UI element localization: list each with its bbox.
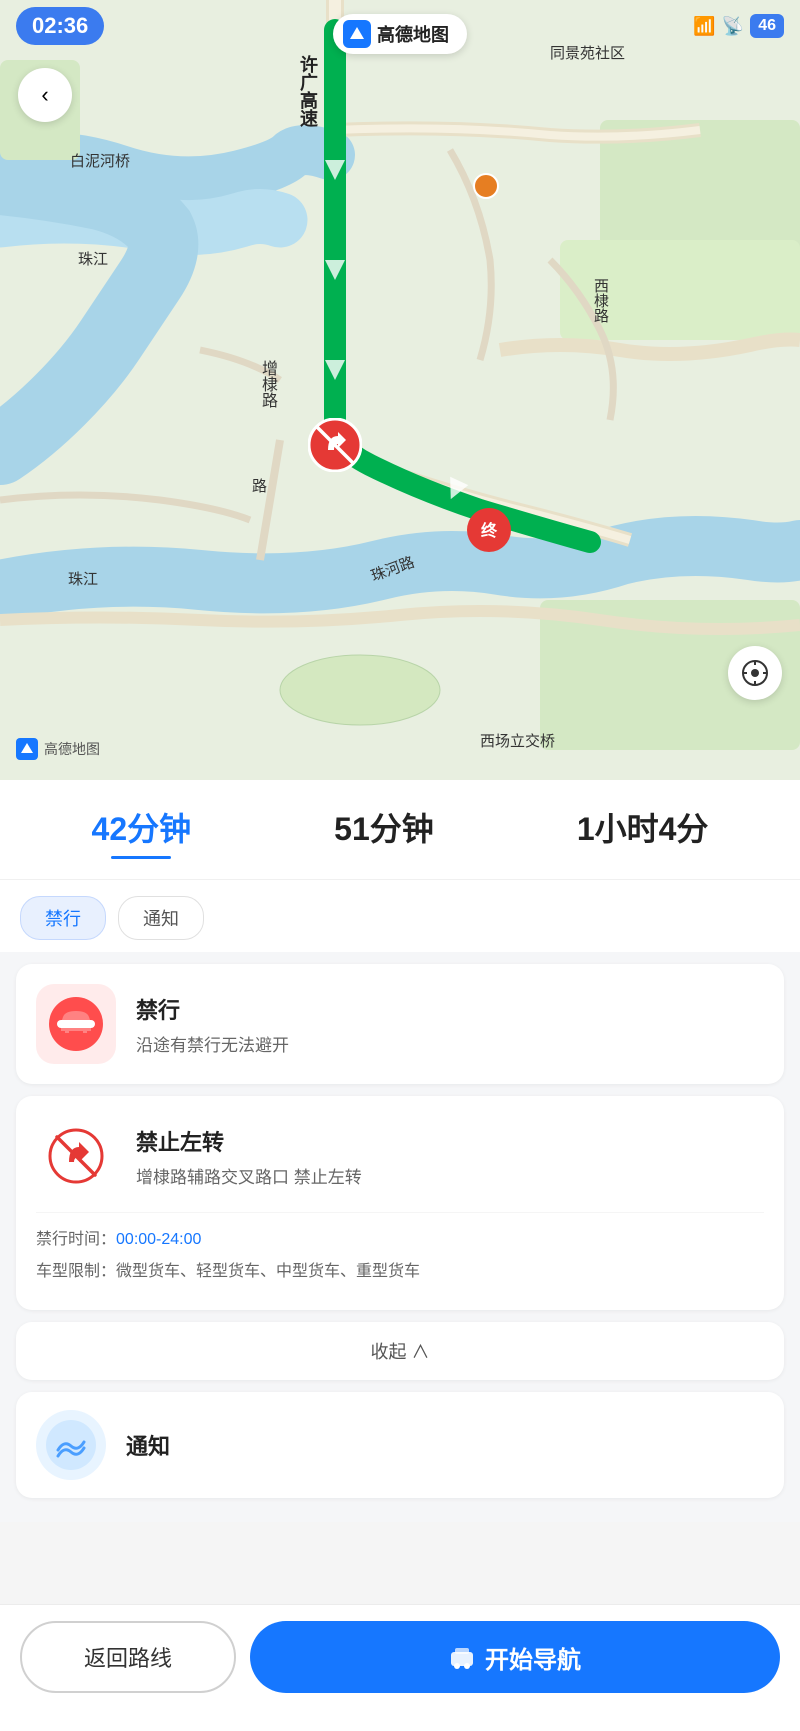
destination-marker: 终 <box>467 508 511 552</box>
restriction-icon-wrap-2 <box>36 1116 116 1196</box>
svg-text:终: 终 <box>481 521 498 540</box>
restriction-icon-wrap-1 <box>36 984 116 1064</box>
restriction-text-1: 禁行 沿途有禁行无法避开 <box>136 993 289 1056</box>
detail-time-label: 禁行时间： <box>36 1231 116 1248</box>
map-bottom-name: 高德地图 <box>44 739 100 759</box>
status-icons: 📶 📡 46 <box>693 14 784 38</box>
restriction-desc-2: 增棣路辅路交叉路口 禁止左转 <box>136 1163 362 1188</box>
restriction-card-noleft: 禁止左转 增棣路辅路交叉路口 禁止左转 禁行时间：00:00-24:00 车型限… <box>16 1096 784 1310</box>
notice-title: 通知 <box>126 1429 170 1461</box>
cards-area: 禁行 沿途有禁行无法避开 禁止左转 增棣路辅路交叉路口 禁止左转 <box>0 952 800 1522</box>
restriction-desc-1: 沿途有禁行无法避开 <box>136 1031 289 1056</box>
wifi-icon: 📡 <box>722 16 744 37</box>
back-button[interactable]: ‹ <box>18 68 72 122</box>
collapse-button[interactable]: 收起 ∧ <box>16 1322 784 1380</box>
filter-tab-jinxing[interactable]: 禁行 <box>20 896 106 940</box>
notice-icon-wrap <box>36 1410 106 1480</box>
route-time-2: 51分钟 <box>334 804 434 850</box>
navigate-label: 开始导航 <box>485 1640 581 1675</box>
map-brand-logo[interactable]: 高德地图 <box>333 14 467 54</box>
navigate-icon <box>449 1644 475 1670</box>
map-label-zengtalu: 增棣路 <box>255 360 279 408</box>
no-entry-icon <box>47 995 105 1053</box>
turn-marker <box>308 418 362 472</box>
detail-time-value: 00:00-24:00 <box>116 1231 201 1248</box>
filter-tabs-container: 禁行 通知 <box>0 880 800 952</box>
restriction-text-2: 禁止左转 增棣路辅路交叉路口 禁止左转 <box>136 1125 362 1188</box>
detail-vehicle-row: 车型限制：微型货车、轻型货车、中型货车、重型货车 <box>36 1259 764 1285</box>
route-time-3: 1小时4分 <box>577 804 709 850</box>
notice-icon <box>46 1420 96 1470</box>
gaode-icon <box>343 20 371 48</box>
route-tab-3[interactable]: 1小时4分 <box>557 800 729 863</box>
bottom-action-bar: 返回路线 开始导航 <box>0 1604 800 1731</box>
route-time-1: 42分钟 <box>92 804 192 850</box>
map-label-bainihegiao: 白泥河桥 <box>70 150 130 171</box>
signal-icon: 📶 <box>693 16 715 37</box>
map-brand-name: 高德地图 <box>377 21 449 47</box>
gaode-small-icon <box>16 738 38 760</box>
poi-marker <box>472 172 500 200</box>
route-tabs: 42分钟 51分钟 1小时4分 <box>0 800 800 863</box>
map-label-xuguang: 许广高速 <box>295 55 321 127</box>
restriction-title-1: 禁行 <box>136 993 289 1025</box>
map-label-xichang: 西场立交桥 <box>480 730 555 751</box>
map-label-xicheng: 西棣路 <box>590 278 611 323</box>
route-selector: 42分钟 51分钟 1小时4分 <box>0 780 800 880</box>
restriction-card-jinxing: 禁行 沿途有禁行无法避开 <box>16 964 784 1084</box>
map-label-zhujiang2: 珠江 <box>68 568 98 589</box>
time-display: 02:36 <box>16 7 104 45</box>
return-button[interactable]: 返回路线 <box>20 1621 236 1693</box>
notice-card: 通知 <box>16 1392 784 1498</box>
location-button[interactable] <box>728 646 782 700</box>
map-label-tonglu: 路 <box>248 478 269 493</box>
route-tab-underline-1 <box>111 856 171 859</box>
detail-time-row: 禁行时间：00:00-24:00 <box>36 1227 764 1253</box>
navigate-button[interactable]: 开始导航 <box>250 1621 780 1693</box>
restriction-card-header-2: 禁止左转 增棣路辅路交叉路口 禁止左转 <box>36 1116 764 1196</box>
restriction-detail: 禁行时间：00:00-24:00 车型限制：微型货车、轻型货车、中型货车、重型货… <box>36 1212 764 1284</box>
map-bottom-logo: 高德地图 <box>16 738 100 760</box>
map-label-zhujiang1: 珠江 <box>78 248 108 269</box>
route-tab-2[interactable]: 51分钟 <box>314 800 454 863</box>
restriction-card-header-1: 禁行 沿途有禁行无法避开 <box>36 984 764 1064</box>
restriction-title-2: 禁止左转 <box>136 1125 362 1157</box>
route-tab-1[interactable]: 42分钟 <box>72 800 212 863</box>
filter-tab-tongzhi[interactable]: 通知 <box>118 896 204 940</box>
battery-display: 46 <box>750 14 784 38</box>
map-container[interactable]: 02:36 📶 📡 46 高德地图 ‹ 白泥河桥 珠江 珠江 许广高速 增棣路 … <box>0 0 800 780</box>
no-left-turn-icon <box>47 1127 105 1185</box>
